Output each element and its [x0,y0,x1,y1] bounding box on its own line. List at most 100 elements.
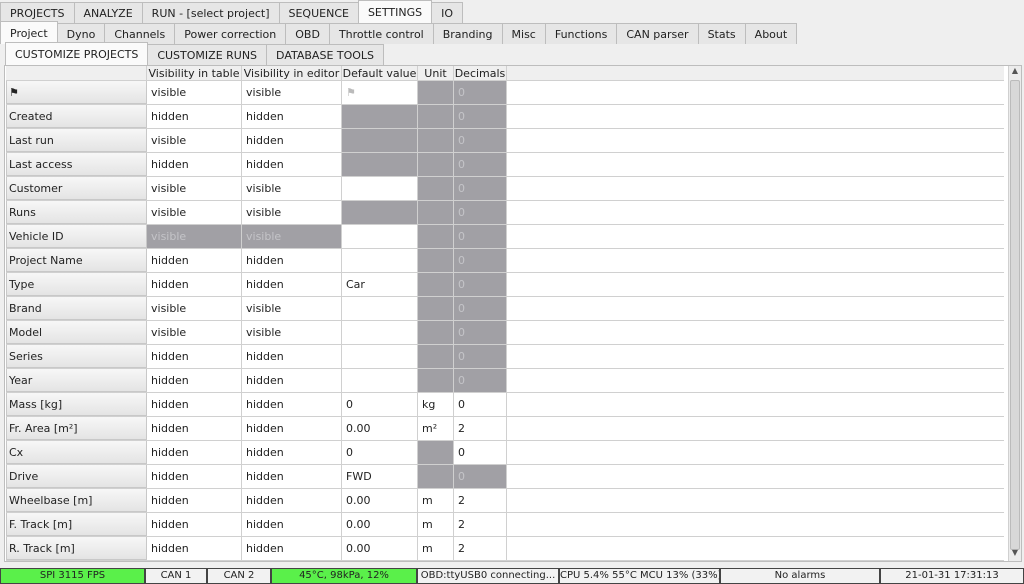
editor-cell[interactable]: hidden [242,489,342,512]
default-cell[interactable] [342,105,418,128]
main-tab-io[interactable]: IO [431,2,464,23]
row-header[interactable]: Runs [6,201,147,224]
column-header[interactable]: Decimals [454,66,507,80]
decimals-cell[interactable]: 2 [454,417,507,440]
decimals-cell[interactable]: 0 [454,225,507,248]
row-header[interactable]: Brand [6,297,147,320]
table-cell[interactable]: visible [147,225,242,248]
settings-tab-project[interactable]: Project [0,21,58,44]
row-header[interactable]: Fr. Area [m²] [6,417,147,440]
table-cell[interactable]: hidden [147,537,242,560]
column-header[interactable]: Visibility in table [147,66,242,80]
decimals-cell[interactable]: 0 [454,321,507,344]
decimals-cell[interactable]: 0 [454,105,507,128]
scrollbar-thumb[interactable] [1010,80,1020,550]
editor-cell[interactable]: hidden [242,513,342,536]
default-cell[interactable]: 0.00 [342,417,418,440]
table-cell[interactable]: hidden [147,273,242,296]
main-tab-sequence[interactable]: SEQUENCE [278,2,359,23]
settings-tab-power-correction[interactable]: Power correction [174,23,287,44]
decimals-cell[interactable]: 0 [454,177,507,200]
default-cell[interactable]: FWD [342,465,418,488]
editor-cell[interactable]: visible [242,225,342,248]
row-header[interactable]: Cx [6,441,147,464]
decimals-cell[interactable]: 0 [454,393,507,416]
table-cell[interactable]: hidden [147,393,242,416]
unit-cell[interactable] [418,321,454,344]
row-header[interactable]: F. Track [m] [6,513,147,536]
row-header[interactable]: R. Track [m] [6,537,147,560]
settings-tab-misc[interactable]: Misc [501,23,546,44]
unit-cell[interactable] [418,297,454,320]
editor-cell[interactable]: visible [242,297,342,320]
row-header[interactable]: Last access [6,153,147,176]
default-cell[interactable] [342,225,418,248]
editor-cell[interactable]: hidden [242,105,342,128]
default-cell[interactable] [342,249,418,272]
settings-tab-obd[interactable]: OBD [285,23,330,44]
unit-cell[interactable] [418,273,454,296]
editor-cell[interactable]: hidden [242,129,342,152]
settings-tab-channels[interactable]: Channels [104,23,176,44]
default-cell[interactable]: ⚑ [342,81,418,104]
editor-cell[interactable]: hidden [242,393,342,416]
column-header[interactable]: Unit [418,66,454,80]
table-cell[interactable]: hidden [147,513,242,536]
settings-tab-functions[interactable]: Functions [544,23,618,44]
row-header[interactable]: Project Name [6,249,147,272]
default-cell[interactable] [342,345,418,368]
unit-cell[interactable] [418,225,454,248]
table-cell[interactable]: hidden [147,369,242,392]
editor-cell[interactable]: hidden [242,465,342,488]
settings-tab-dyno[interactable]: Dyno [56,23,106,44]
editor-cell[interactable]: visible [242,201,342,224]
decimals-cell[interactable]: 0 [454,201,507,224]
settings-tab-can-parser[interactable]: CAN parser [616,23,699,44]
default-cell[interactable] [342,369,418,392]
row-header[interactable]: Model [6,321,147,344]
editor-cell[interactable]: hidden [242,537,342,560]
scroll-down-icon[interactable]: ▼ [1009,548,1021,561]
unit-cell[interactable] [418,81,454,104]
unit-cell[interactable] [418,441,454,464]
settings-tab-throttle-control[interactable]: Throttle control [328,23,434,44]
main-tab-projects[interactable]: PROJECTS [0,2,75,23]
row-header[interactable]: Vehicle ID [6,225,147,248]
unit-cell[interactable]: m [418,489,454,512]
row-header[interactable]: Created [6,105,147,128]
row-header[interactable]: Series [6,345,147,368]
row-header[interactable]: Customer [6,177,147,200]
row-header[interactable]: Mass [kg] [6,393,147,416]
editor-cell[interactable]: hidden [242,273,342,296]
unit-cell[interactable] [418,465,454,488]
editor-cell[interactable]: hidden [242,153,342,176]
editor-cell[interactable]: hidden [242,345,342,368]
decimals-cell[interactable]: 2 [454,537,507,560]
table-cell[interactable]: hidden [147,417,242,440]
unit-cell[interactable] [418,369,454,392]
decimals-cell[interactable]: 0 [454,441,507,464]
default-cell[interactable]: 0 [342,393,418,416]
row-header[interactable]: Drive [6,465,147,488]
table-cell[interactable]: visible [147,201,242,224]
editor-cell[interactable]: visible [242,321,342,344]
default-cell[interactable]: 0.00 [342,489,418,512]
decimals-cell[interactable]: 0 [454,297,507,320]
main-tab-settings[interactable]: SETTINGS [357,0,433,23]
editor-cell[interactable]: hidden [242,441,342,464]
decimals-cell[interactable]: 0 [454,345,507,368]
unit-cell[interactable] [418,105,454,128]
editor-cell[interactable]: visible [242,81,342,104]
project-tab-customize-runs[interactable]: CUSTOMIZE RUNS [147,44,268,65]
table-cell[interactable]: hidden [147,441,242,464]
default-cell[interactable] [342,177,418,200]
row-header[interactable]: Last run [6,129,147,152]
decimals-cell[interactable]: 2 [454,489,507,512]
editor-cell[interactable]: visible [242,177,342,200]
unit-cell[interactable] [418,201,454,224]
row-header[interactable]: Year [6,369,147,392]
table-cell[interactable]: hidden [147,105,242,128]
settings-tab-stats[interactable]: Stats [697,23,746,44]
unit-cell[interactable] [418,249,454,272]
default-cell[interactable]: 0.00 [342,513,418,536]
